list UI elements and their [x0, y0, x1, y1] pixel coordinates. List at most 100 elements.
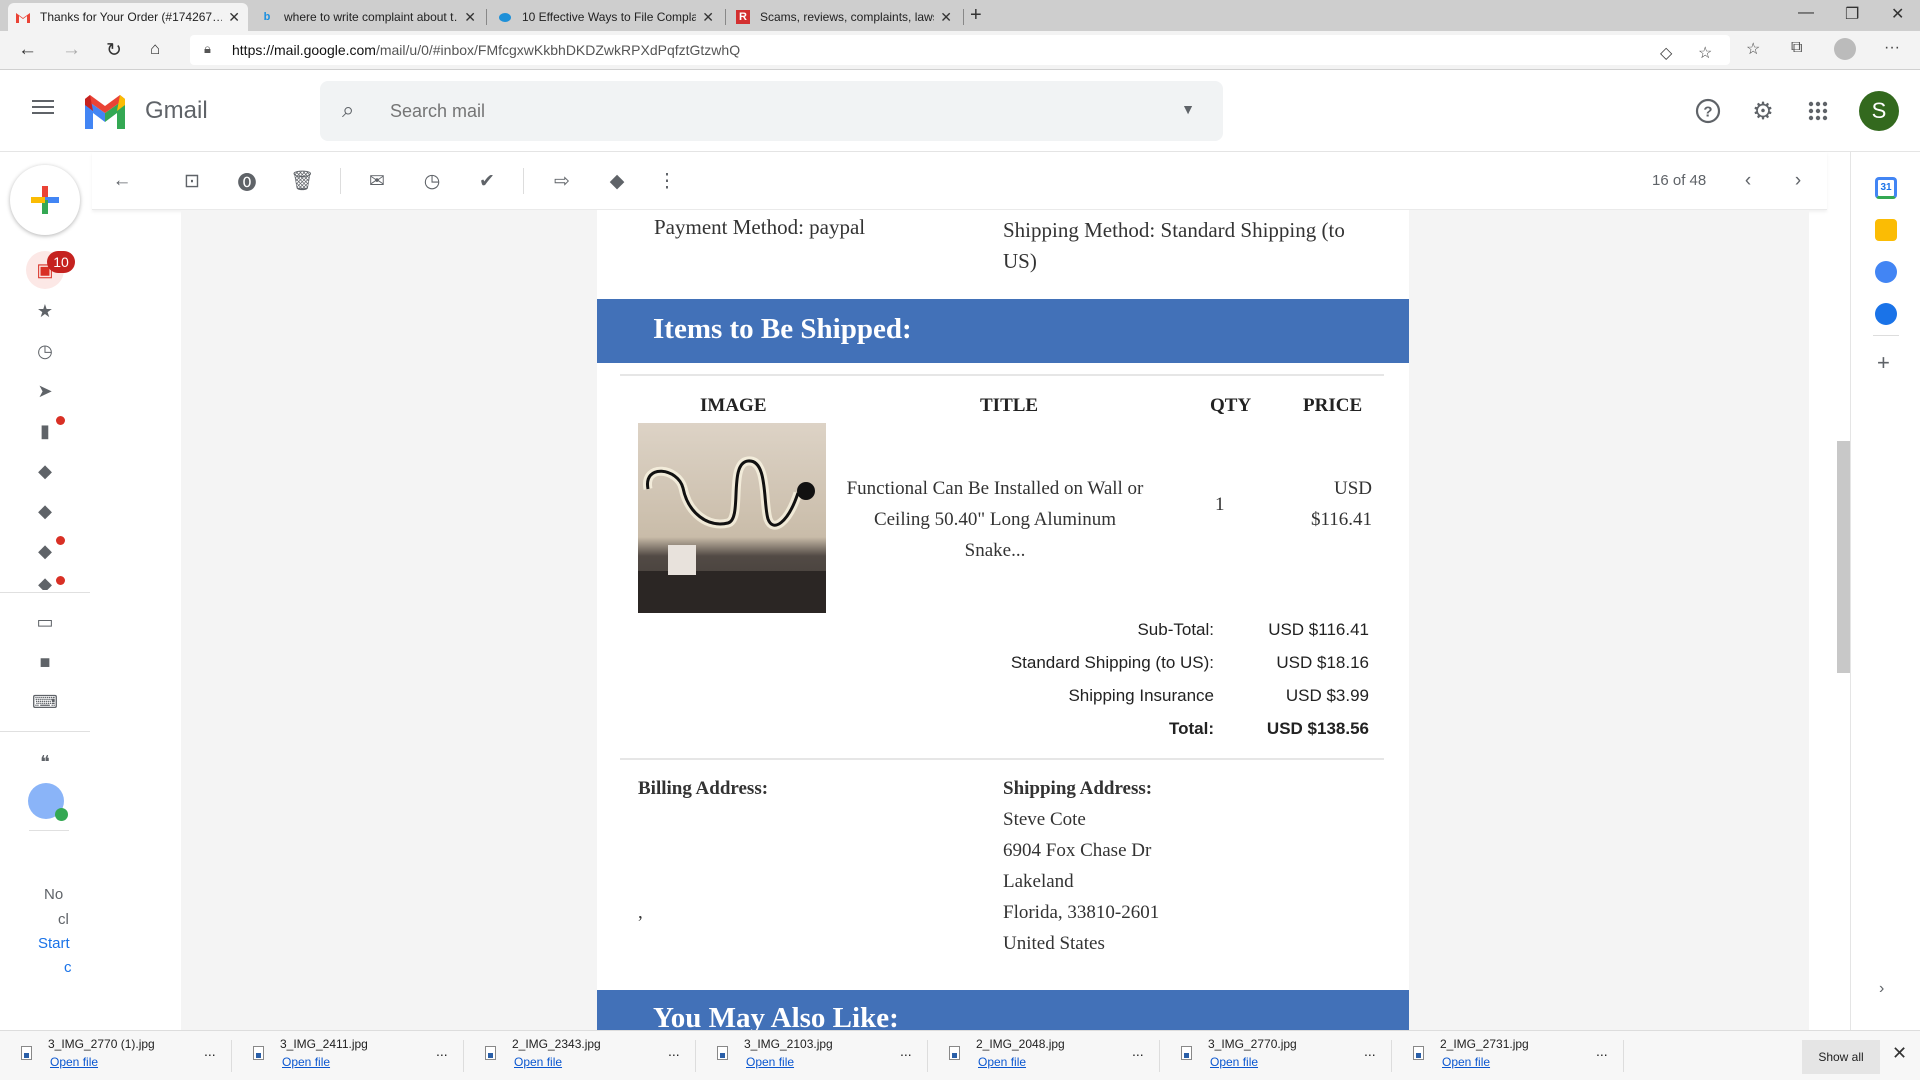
summary-value: USD $3.99: [1285, 686, 1369, 705]
download-item[interactable]: 2_IMG_2731.jpg Open file...: [1392, 1031, 1624, 1081]
older-message-icon[interactable]: ›: [1786, 169, 1810, 193]
search-input[interactable]: [390, 95, 1150, 127]
delete-trash-icon[interactable]: 🗑︎: [290, 169, 314, 193]
account-avatar[interactable]: S: [1859, 91, 1899, 131]
label-unread-dot: [56, 536, 65, 545]
product-image[interactable]: [638, 423, 826, 613]
tab-ripoff-report[interactable]: R Scams, reviews, complaints, laws… ✕: [728, 3, 960, 31]
get-addons-plus-icon[interactable]: +: [1877, 350, 1890, 376]
join-meeting-video-icon[interactable]: ■: [34, 651, 56, 673]
add-to-tasks-icon[interactable]: ✔: [475, 169, 499, 193]
download-more-icon[interactable]: ...: [1596, 1043, 1608, 1059]
download-more-icon[interactable]: ...: [436, 1043, 448, 1059]
forward-icon[interactable]: →: [62, 39, 81, 61]
keyboard-icon[interactable]: ⌨: [32, 691, 58, 713]
labels-icon[interactable]: ◆: [605, 169, 629, 193]
label-icon[interactable]: ◆: [34, 578, 56, 590]
snoozed-clock-icon[interactable]: ◷: [34, 340, 56, 362]
open-file-link[interactable]: Open file: [1442, 1055, 1490, 1069]
message-scrollbar[interactable]: [1837, 441, 1850, 673]
search-icon[interactable]: ⌕: [342, 97, 354, 123]
sent-icon[interactable]: ➤: [34, 380, 56, 402]
close-tab-icon[interactable]: ✕: [702, 9, 714, 26]
download-more-icon[interactable]: ...: [900, 1043, 912, 1059]
download-more-icon[interactable]: ...: [1364, 1043, 1376, 1059]
open-file-link[interactable]: Open file: [514, 1055, 562, 1069]
reading-view-icon[interactable]: ◇: [1660, 43, 1672, 63]
tab-complaint-article[interactable]: 10 Effective Ways to File Compla… ✕: [490, 3, 722, 31]
archive-icon[interactable]: ⊡: [180, 169, 204, 193]
download-item[interactable]: 2_IMG_2048.jpg Open file...: [928, 1031, 1160, 1081]
newer-message-icon[interactable]: ‹: [1736, 169, 1760, 193]
snake-lamp-illustration: [638, 456, 826, 613]
calendar-icon[interactable]: 31: [1875, 177, 1897, 199]
contacts-icon[interactable]: [1875, 303, 1897, 325]
expand-side-panel-icon[interactable]: ›: [1879, 980, 1884, 998]
open-file-link[interactable]: Open file: [282, 1055, 330, 1069]
also-like-section-header: You May Also Like:: [597, 990, 1409, 1030]
download-item[interactable]: 3_IMG_2103.jpg Open file...: [696, 1031, 928, 1081]
show-all-downloads-button[interactable]: Show all: [1802, 1040, 1880, 1074]
label-icon[interactable]: ◆: [34, 500, 56, 522]
label-icon[interactable]: ◆: [34, 460, 56, 482]
gmail-wordmark: Gmail: [145, 97, 208, 124]
more-options-icon[interactable]: ⋮: [655, 169, 679, 193]
close-tab-icon[interactable]: ✕: [940, 9, 952, 26]
new-tab-button[interactable]: +: [970, 4, 982, 27]
back-icon[interactable]: ←: [18, 39, 37, 61]
download-more-icon[interactable]: ...: [204, 1043, 216, 1059]
drafts-icon[interactable]: ▮: [34, 420, 56, 442]
download-item[interactable]: 3_IMG_2770 (1).jpg Open file...: [0, 1031, 232, 1081]
close-tab-icon[interactable]: ✕: [228, 9, 240, 26]
compose-button[interactable]: [10, 165, 80, 235]
reload-icon[interactable]: ↻: [106, 39, 122, 62]
favorites-icon[interactable]: ☆: [1746, 39, 1760, 59]
hangouts-icon[interactable]: ❝: [34, 751, 56, 773]
close-downloads-icon[interactable]: ✕: [1892, 1043, 1907, 1064]
snooze-clock-icon[interactable]: ◷: [420, 169, 444, 193]
starred-icon[interactable]: ★: [34, 300, 56, 322]
browser-menu-icon[interactable]: ···: [1884, 39, 1900, 57]
close-window-button[interactable]: ✕: [1891, 4, 1904, 24]
add-favorite-icon[interactable]: ☆: [1698, 43, 1712, 63]
collections-icon[interactable]: ⧉: [1791, 39, 1802, 57]
download-more-icon[interactable]: ...: [668, 1043, 680, 1059]
open-file-link[interactable]: Open file: [50, 1055, 98, 1069]
summary-label: Sub-Total:: [1137, 620, 1214, 639]
chat-empty-text: No: [44, 886, 64, 903]
main-menu-icon[interactable]: [32, 100, 54, 118]
open-file-link[interactable]: Open file: [978, 1055, 1026, 1069]
start-chat-link[interactable]: c: [64, 959, 72, 976]
download-item[interactable]: 3_IMG_2411.jpg Open file...: [232, 1031, 464, 1081]
back-to-inbox-icon[interactable]: ←: [110, 169, 134, 193]
download-item[interactable]: 3_IMG_2770.jpg Open file...: [1160, 1031, 1392, 1081]
rail-divider: [29, 830, 69, 831]
home-icon[interactable]: ⌂: [150, 39, 160, 59]
open-file-link[interactable]: Open file: [1210, 1055, 1258, 1069]
move-to-icon[interactable]: ⇨: [550, 169, 574, 193]
help-icon[interactable]: ?: [1691, 94, 1725, 128]
tab-bing-search[interactable]: b where to write complaint about t… ✕: [252, 3, 484, 31]
start-chat-link[interactable]: Start: [38, 935, 70, 952]
browser-profile-icon[interactable]: [1834, 38, 1856, 60]
restore-button[interactable]: ❐: [1845, 4, 1859, 24]
tab-gmail-order[interactable]: Thanks for Your Order (#174267… ✕: [8, 3, 248, 31]
side-panel: 31 + ›: [1850, 152, 1920, 1030]
download-item[interactable]: 2_IMG_2343.jpg Open file...: [464, 1031, 696, 1081]
mark-unread-icon[interactable]: ✉: [365, 169, 389, 193]
tasks-icon[interactable]: [1875, 261, 1897, 283]
minimize-button[interactable]: —: [1798, 4, 1814, 22]
settings-gear-icon[interactable]: ⚙: [1746, 94, 1780, 128]
inbox-unread-badge: 10: [47, 251, 75, 273]
download-more-icon[interactable]: ...: [1132, 1043, 1144, 1059]
search-options-dropdown-icon[interactable]: ▼: [1181, 101, 1195, 117]
report-spam-icon[interactable]: ⓿: [235, 169, 259, 194]
open-file-link[interactable]: Open file: [746, 1055, 794, 1069]
new-meeting-icon[interactable]: ▭: [34, 611, 56, 633]
google-apps-icon[interactable]: [1801, 94, 1835, 128]
close-tab-icon[interactable]: ✕: [464, 9, 476, 26]
url-field[interactable]: 🔒︎ https://mail.google.com/mail/u/0/#inb…: [190, 35, 1730, 65]
label-icon[interactable]: ◆: [34, 540, 56, 562]
product-title[interactable]: Functional Can Be Installed on Wall or C…: [845, 473, 1145, 566]
keep-icon[interactable]: [1875, 219, 1897, 241]
